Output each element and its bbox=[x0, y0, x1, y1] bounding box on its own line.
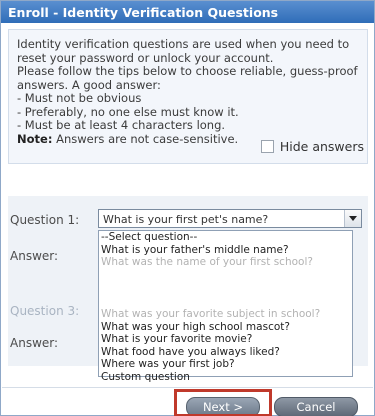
hide-answers-label: Hide answers bbox=[279, 139, 364, 154]
question-1-label: Question 1: bbox=[10, 213, 80, 227]
hide-answers-checkbox[interactable] bbox=[260, 140, 274, 153]
next-highlight-box bbox=[174, 389, 272, 416]
note-text: Answers are not case-sensitive. bbox=[52, 131, 239, 146]
chevron-down-icon[interactable] bbox=[344, 210, 361, 227]
instructions-line: Please follow the tips below to choose r… bbox=[17, 64, 358, 78]
hide-answers-toggle[interactable]: Hide answers bbox=[260, 139, 364, 154]
question-option[interactable]: --Select question-- bbox=[99, 231, 352, 244]
question-3-label: Question 3: bbox=[10, 304, 80, 318]
question-option[interactable]: Where was your first job? bbox=[99, 358, 352, 371]
instructions-line: Identity verification questions are used… bbox=[17, 37, 350, 51]
answer-3-label: Answer: bbox=[10, 336, 59, 350]
instructions-line: reset your password or unlock your accou… bbox=[17, 50, 274, 65]
dialog-title: Enroll - Identity Verification Questions bbox=[1, 1, 374, 23]
question-option[interactable]: What is your favorite movie? bbox=[99, 333, 352, 346]
cancel-button[interactable]: Cancel bbox=[274, 397, 358, 416]
question-options-list: --Select question-- What is your father'… bbox=[98, 230, 353, 383]
question-option[interactable]: What food have you always liked? bbox=[99, 346, 352, 359]
dropdown-faded-region: What was your favorite subject in school… bbox=[99, 269, 352, 321]
question-option[interactable]: What was your favorite subject in school… bbox=[99, 308, 320, 321]
question-option[interactable]: Custom question bbox=[99, 371, 352, 384]
instructions-line: answers. A good answer: bbox=[17, 77, 161, 92]
answer-1-label: Answer: bbox=[10, 249, 59, 263]
instructions-line: - Must be at least 4 characters long. bbox=[17, 118, 226, 132]
question-option[interactable]: What was the name of your first school? bbox=[99, 256, 352, 269]
question-1-selected-value: What is your first pet's name? bbox=[103, 213, 269, 226]
instructions-line: - Preferably, no one else must know it. bbox=[17, 104, 239, 119]
question-1-select[interactable]: What is your first pet's name? bbox=[98, 209, 362, 228]
question-option[interactable]: What was your high school mascot? bbox=[99, 321, 352, 334]
instructions-line: - Must not be obvious bbox=[17, 91, 142, 105]
note-label: Note: bbox=[17, 131, 53, 146]
enroll-dialog: Enroll - Identity Verification Questions… bbox=[0, 0, 375, 416]
question-option[interactable]: What is your father's middle name? bbox=[99, 244, 352, 257]
